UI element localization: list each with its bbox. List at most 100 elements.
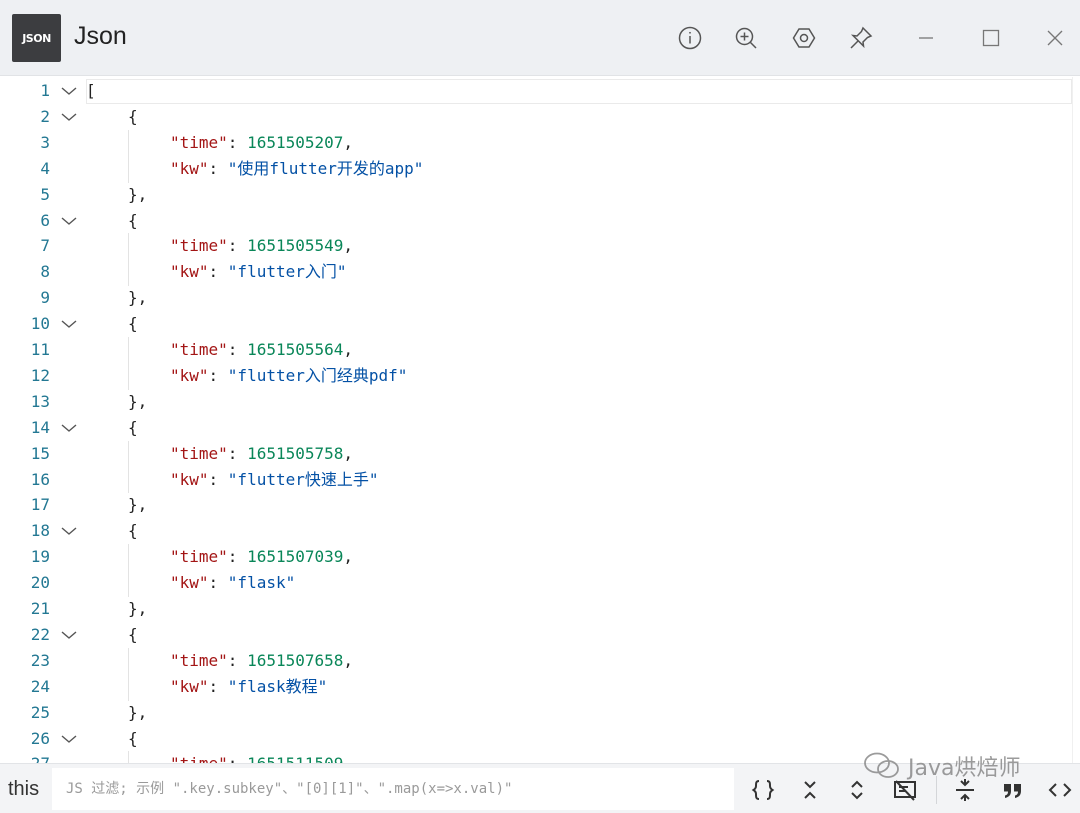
code-line[interactable]: 1[ [0,78,1072,104]
code-line[interactable]: 6{ [0,208,1072,234]
line-number: 27 [0,751,50,763]
code-line[interactable]: 13}, [0,389,1072,415]
json-editor[interactable]: 1[2{3 "time": 1651505207, 4 "kw": "使用flutte… [0,77,1080,763]
watermark: Java烘焙师 [862,748,1020,784]
code-view-button[interactable] [1045,776,1075,804]
code-text: "kw": "flask" [170,570,295,596]
minimize-icon [919,37,933,39]
pin-button[interactable] [847,24,875,52]
code-text: { [128,208,138,234]
json-key: "kw" [170,676,209,696]
indent-guide [128,155,129,183]
line-number: 18 [30,521,50,541]
vertical-scrollbar[interactable] [1072,77,1080,763]
indent-guide [128,259,129,287]
collapse-all-button[interactable] [795,776,825,804]
indent-guide [128,544,129,572]
code-view-icon [1048,783,1072,797]
json-punctuation: , [343,132,354,152]
json-punctuation: }, [128,599,148,618]
code-line[interactable]: 4 "kw": "使用flutter开发的app" [0,155,1072,183]
app-logo: JSON [12,14,61,62]
code-line[interactable]: 17}, [0,492,1072,518]
json-punctuation: : [227,236,248,256]
format-button[interactable] [748,776,778,804]
fold-chevron-icon[interactable] [60,84,78,98]
code-line[interactable]: 19 "time": 1651507039, [0,544,1072,572]
code-line[interactable]: 22 { [0,622,1072,648]
code-line[interactable]: 21}, [0,596,1072,622]
line-number: 15 [30,443,50,463]
code-line[interactable]: 18 { [0,518,1072,544]
json-number: 1651505549 [247,236,344,256]
json-punctuation: { [128,728,138,748]
json-punctuation: : [208,573,228,593]
fold-chevron-icon[interactable] [60,628,78,642]
code-text: "kw": "flutter快速上手" [170,467,379,493]
line-number: 19 [30,547,50,567]
json-punctuation: : [208,262,228,282]
info-button[interactable] [676,24,704,52]
code-line[interactable]: 5}, [0,182,1072,208]
scope-label: this [8,778,40,800]
json-key: "time" [170,547,228,567]
fold-chevron-icon[interactable] [60,524,78,538]
code-text: }, [128,596,147,622]
code-text: }, [128,389,147,415]
maximize-button[interactable] [977,24,1005,52]
wechat-logo-icon [864,752,899,778]
code-text: "time": 1651505564, [170,337,353,363]
code-line[interactable]: 16 "kw": "flutter快速上手" [0,466,1072,494]
app-title: Json [74,22,127,50]
indent-guide [128,129,129,157]
json-punctuation: }, [128,288,148,308]
line-number: 4 [40,158,50,178]
filter-input[interactable] [52,768,734,810]
code-line[interactable]: 2{ [0,104,1072,130]
code-line[interactable]: 20 "kw": "flask" [0,570,1072,597]
code-line[interactable]: 10 { [0,311,1072,337]
json-punctuation: { [128,106,138,126]
line-number: 13 [30,391,50,411]
line-number: 3 [40,132,50,152]
maximize-icon [982,29,1000,47]
json-string: "使用flutter开发的app" [227,158,424,178]
line-number: 2 [40,106,50,126]
code-line[interactable]: 14 { [0,415,1072,441]
settings-icon [792,28,816,48]
json-number: 1651505564 [247,340,344,359]
json-punctuation: : [227,132,248,152]
code-line[interactable]: 25}, [0,700,1072,726]
indent-guide [128,233,129,261]
code-line[interactable]: 8 "kw": "flutter入门" [0,259,1072,287]
json-punctuation: : [228,754,247,763]
json-punctuation: { [128,210,138,230]
code-line[interactable]: 24 "kw": "flask教程" [0,673,1072,701]
fold-chevron-icon[interactable] [60,421,78,435]
line-number: 11 [30,340,50,359]
fold-chevron-icon[interactable] [60,214,78,228]
fold-chevron-icon[interactable] [60,732,78,746]
settings-button[interactable] [790,24,818,52]
zoom-button[interactable] [732,24,760,52]
code-text: { [128,311,138,337]
fold-chevron-icon[interactable] [60,110,78,124]
fold-chevron-icon[interactable] [60,317,78,331]
minimize-button[interactable] [912,24,940,52]
code-line[interactable]: 9}, [0,285,1072,311]
json-key: "time" [170,650,228,670]
indent-guide [128,362,129,390]
title-bar: JSON Json [0,0,1080,76]
line-number: 25 [30,702,50,722]
json-string: "flutter入门" [227,262,347,282]
code-line[interactable]: 3 "time": 1651505207, [0,129,1072,157]
json-punctuation: : [208,676,228,696]
code-text: { [128,415,138,441]
code-line[interactable]: 15 "time": 1651505758, [0,440,1072,468]
code-line[interactable]: 7 "time": 1651505549, [0,233,1072,261]
close-button[interactable] [1041,24,1069,52]
collapse-all-icon [804,781,816,799]
code-line[interactable]: 11 "time": 1651505564, [0,337,1072,364]
code-line[interactable]: 23 "time": 1651507658, [0,647,1072,675]
code-line[interactable]: 12 "kw": "flutter入门经典pdf" [0,362,1072,390]
